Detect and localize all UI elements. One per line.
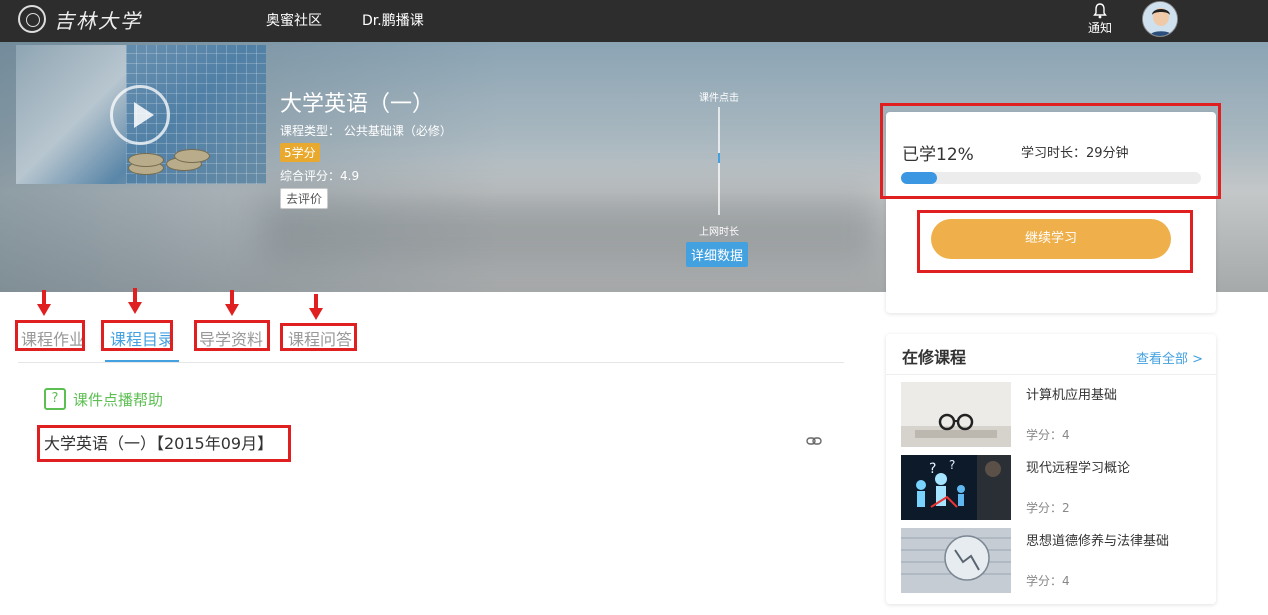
annotation-arrow-1: [37, 290, 51, 316]
course-thumbnail-network: ? ?: [901, 455, 1011, 520]
nav-community-link[interactable]: 奥蜜社区: [266, 10, 322, 30]
current-courses-card: 在修课程 查看全部 > 计算机应用基础 学分：4 ? ? 现代远程学习概论 学分…: [886, 334, 1216, 604]
current-courses-title: 在修课程: [902, 348, 967, 367]
course-list-item[interactable]: 计算机应用基础 学分：4: [901, 382, 1201, 447]
annotation-arrow-3: [225, 290, 239, 316]
coin-stack-2: [174, 149, 210, 163]
study-duration: 学习时长：29分钟: [1021, 146, 1129, 161]
notification-button[interactable]: 通知: [1085, 3, 1115, 36]
avatar-image: [1143, 2, 1177, 36]
course-thumbnail-crystal-ball: [901, 528, 1011, 593]
courseware-clicks-label: 课件点击: [699, 93, 739, 104]
course-list-item[interactable]: 思想道德修养与法律基础 学分：4: [901, 528, 1201, 593]
course-video-thumbnail[interactable]: [16, 45, 266, 184]
progress-bar-fill: [901, 172, 937, 184]
course-thumbnail-glasses: [901, 382, 1011, 447]
course-credit: 学分：2: [1026, 501, 1070, 515]
catalog-entry[interactable]: 大学英语（一）【2015年09月】: [44, 430, 273, 454]
tab-homework[interactable]: 课程作业: [21, 326, 85, 350]
tab-course-qa[interactable]: 课程问答: [288, 326, 352, 350]
coin-stack-4: [128, 153, 164, 167]
annotation-arrow-2: [128, 288, 142, 314]
tab-guide-materials[interactable]: 导学资料: [199, 326, 263, 350]
notification-label: 通知: [1087, 21, 1112, 35]
logo-text: 吉林大学: [54, 8, 142, 33]
course-credit: 学分：4: [1026, 574, 1070, 588]
learning-progress-card: 已学12% 学习时长：29分钟 继续学习: [886, 112, 1216, 313]
bell-icon: [1093, 3, 1107, 19]
svg-text:?: ?: [949, 458, 955, 472]
tab-catalog[interactable]: 课程目录: [110, 326, 174, 350]
nav-lectures-link[interactable]: Dr.鹏播课: [362, 10, 424, 30]
course-name: 思想道德修养与法律基础: [1026, 534, 1170, 549]
course-type: 课程类型： 公共基础课（必修）: [280, 124, 452, 138]
progress-bar: [901, 172, 1201, 184]
view-all-link[interactable]: 查看全部 >: [1136, 348, 1203, 367]
svg-text:?: ?: [929, 461, 936, 477]
course-credit: 学分：4: [1026, 428, 1070, 442]
course-rating: 综合评分：4.9: [280, 169, 360, 183]
help-icon[interactable]: ?: [44, 388, 66, 410]
course-title: 大学英语（一）: [280, 92, 435, 117]
progress-percent: 已学12%: [902, 145, 974, 165]
link-icon[interactable]: [806, 434, 822, 448]
courseware-help-link[interactable]: 课件点播帮助: [73, 389, 163, 410]
continue-learning-button[interactable]: 继续学习: [931, 219, 1171, 259]
review-button[interactable]: 去评价: [280, 188, 329, 209]
tabs-divider: [18, 362, 844, 363]
course-name: 现代远程学习概论: [1026, 461, 1131, 476]
detail-data-button[interactable]: 详细数据: [686, 242, 749, 267]
stats-slider-track: [718, 107, 720, 215]
top-navbar: 吉林大学 奥蜜社区 Dr.鹏播课 通知: [0, 0, 1268, 42]
online-time-label: 上网时长: [699, 227, 739, 238]
course-name: 计算机应用基础: [1026, 388, 1118, 403]
university-logo[interactable]: 吉林大学: [18, 4, 142, 34]
play-icon[interactable]: [110, 85, 170, 145]
seal-icon: [18, 5, 46, 33]
user-avatar[interactable]: [1142, 1, 1178, 37]
sidebar-divider: [886, 374, 1216, 375]
credits-badge: 5学分: [280, 143, 320, 162]
annotation-arrow-4: [309, 294, 323, 320]
course-list-item[interactable]: ? ? 现代远程学习概论 学分：2: [901, 455, 1201, 520]
